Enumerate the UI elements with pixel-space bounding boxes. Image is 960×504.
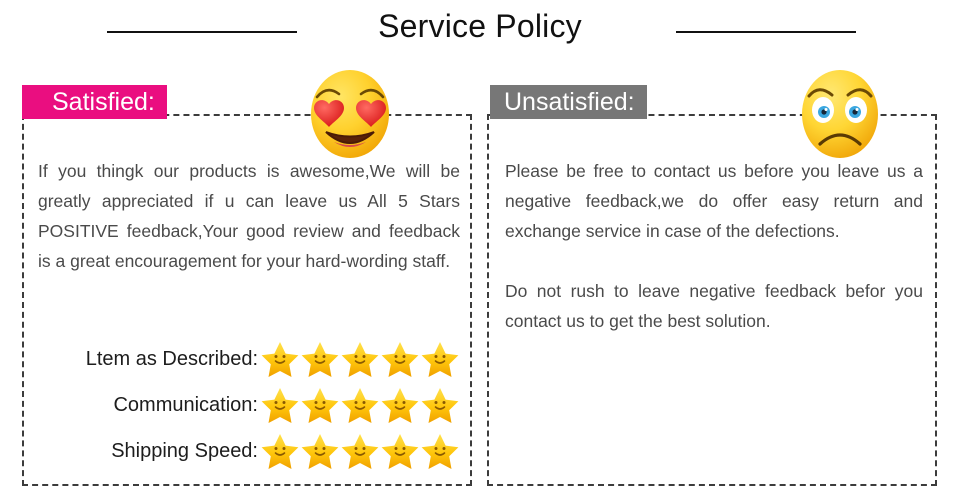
rating-label-shipping-speed: Shipping Speed:: [111, 439, 258, 462]
rating-row: Shipping Speed:: [32, 428, 462, 474]
star-icon: [421, 342, 459, 377]
worried-sad-face-icon: [790, 62, 890, 162]
star-icon: [381, 434, 419, 469]
star-icon: [381, 388, 419, 423]
star-rating-item-as-described: [260, 339, 462, 379]
page-header: Service Policy: [0, 0, 960, 62]
star-icon: [421, 434, 459, 469]
star-icon: [301, 388, 339, 423]
rating-label-communication: Communication:: [113, 393, 258, 416]
star-icon: [261, 434, 299, 469]
star-icon: [341, 342, 379, 377]
star-icon: [301, 434, 339, 469]
heart-eyes-smiling-face-icon: [300, 62, 400, 162]
star-icon: [421, 388, 459, 423]
rating-label-item-as-described: Ltem as Described:: [85, 347, 258, 370]
star-icon: [261, 342, 299, 377]
rating-row: Communication:: [32, 382, 462, 428]
star-icon: [301, 342, 339, 377]
satisfied-description: If you thingk our products is awesome,We…: [38, 156, 460, 276]
unsatisfied-paragraph-2: Do not rush to leave negative feedback b…: [505, 281, 923, 331]
unsatisfied-paragraph-1: Please be free to contact us before you …: [505, 161, 923, 241]
star-rating-shipping-speed: [260, 431, 462, 471]
star-rating-communication: [260, 385, 462, 425]
star-icon: [341, 388, 379, 423]
star-icon: [341, 434, 379, 469]
satisfied-paragraph: If you thingk our products is awesome,We…: [38, 161, 460, 271]
unsatisfied-tag: Unsatisfied:: [490, 85, 647, 119]
unsatisfied-description: Please be free to contact us before you …: [505, 156, 923, 336]
satisfied-tag: Satisfied:: [22, 85, 167, 119]
star-icon: [381, 342, 419, 377]
rating-row: Ltem as Described:: [32, 336, 462, 382]
page-title: Service Policy: [378, 8, 582, 44]
star-icon: [261, 388, 299, 423]
rating-list: Ltem as Described: Communication: Shippi…: [32, 336, 462, 474]
